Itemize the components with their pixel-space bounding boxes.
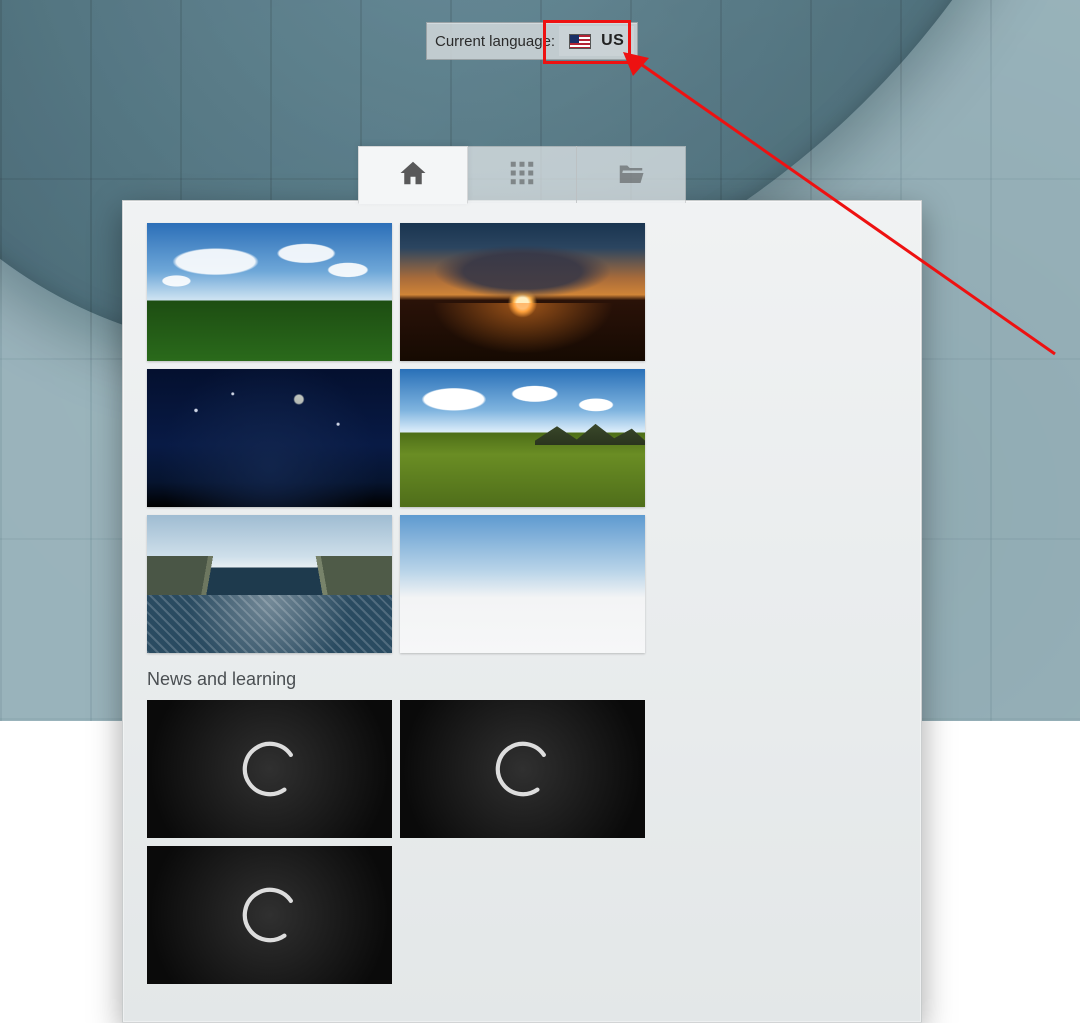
preset-day-field[interactable]: [147, 223, 392, 361]
folder-open-icon: [616, 158, 646, 193]
preset-night[interactable]: [147, 369, 392, 507]
language-bar: Current language: US: [426, 22, 638, 60]
grid-icon: [507, 158, 537, 193]
home-panel: News and learning: [122, 200, 922, 1023]
preset-empty-sky[interactable]: [400, 515, 645, 653]
preset-mountain-lake[interactable]: [147, 515, 392, 653]
preset-grass-hills[interactable]: [400, 369, 645, 507]
news-grid: [123, 700, 921, 996]
tab-home[interactable]: [358, 146, 468, 204]
language-code: US: [601, 32, 624, 50]
home-icon: [398, 158, 428, 193]
tab-open[interactable]: [576, 146, 686, 203]
preset-sunset[interactable]: [400, 223, 645, 361]
news-section-title: News and learning: [123, 665, 921, 700]
main-tabs: [358, 146, 685, 202]
scene-preset-grid: [123, 223, 921, 665]
us-flag-icon: [569, 34, 591, 49]
tab-gallery[interactable]: [467, 146, 577, 203]
language-label: Current language:: [435, 33, 559, 50]
news-tile-3[interactable]: [147, 846, 392, 984]
language-selector[interactable]: US: [559, 26, 634, 56]
